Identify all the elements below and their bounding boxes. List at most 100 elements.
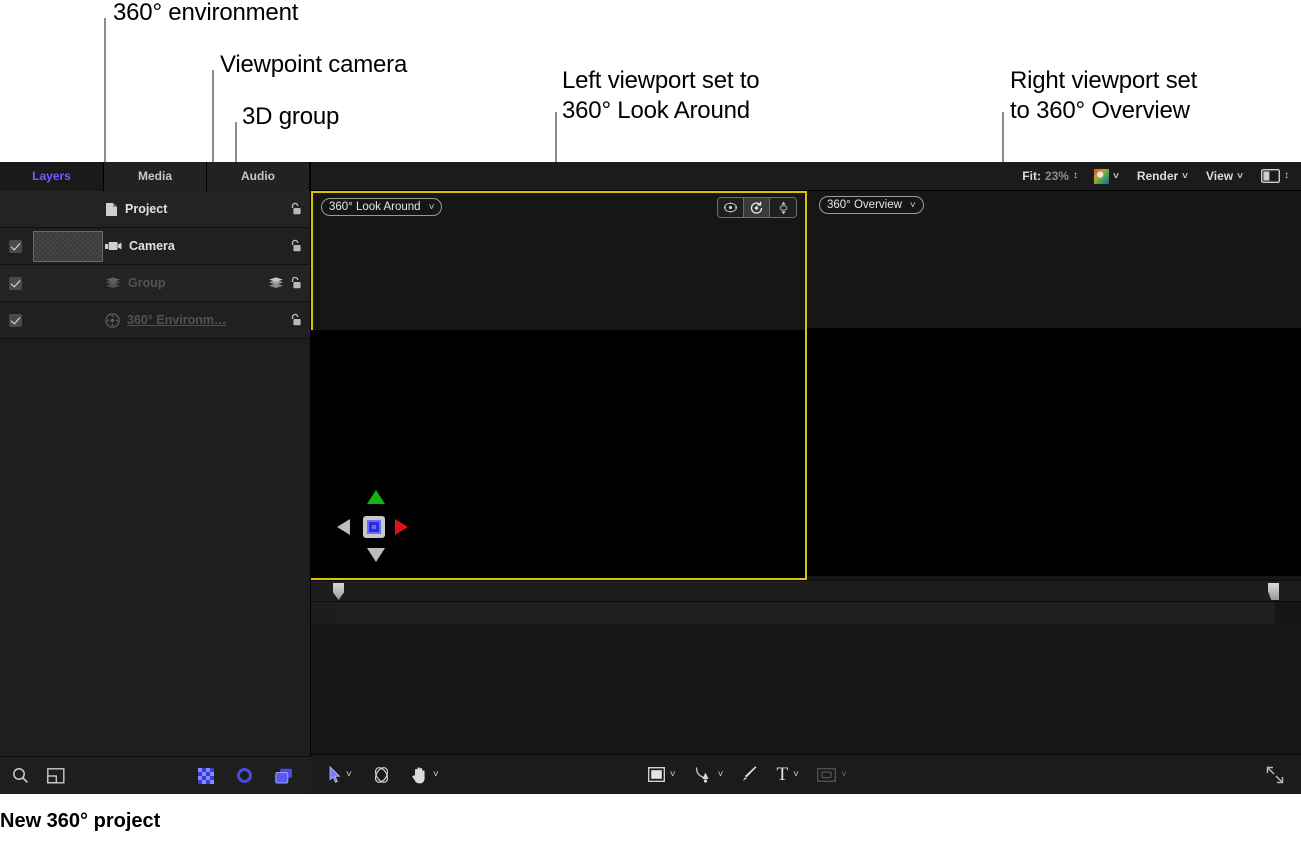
timeline-left-cap	[311, 602, 337, 624]
row-right-icons	[289, 202, 302, 216]
layers-panel: Layers Media Audio Project	[0, 162, 311, 794]
viewport-right-header: 360° Overview ˅	[807, 191, 1301, 221]
fit-value: 23%	[1045, 169, 1069, 183]
row-right-icons	[289, 239, 302, 253]
shape-tool[interactable]: ˅	[648, 767, 676, 782]
chevron-down-icon[interactable]: ˅	[718, 769, 724, 780]
row-name-cell: Group	[105, 276, 166, 290]
render-label: Render	[1137, 169, 1178, 183]
timeline-track-row[interactable]	[311, 602, 1301, 624]
split-view-control[interactable]: ↕	[1261, 169, 1289, 183]
viewport-right-mode-dropdown[interactable]: 360° Overview ˅	[819, 196, 924, 214]
callout-label: Viewpoint camera	[220, 50, 407, 80]
table-row[interactable]: Group	[0, 265, 310, 302]
viewport-right[interactable]: 360° Overview ˅	[807, 191, 1301, 580]
dolly-3d-icon[interactable]	[770, 198, 796, 217]
table-row[interactable]: 360° Environm…	[0, 302, 310, 339]
chevron-down-icon[interactable]: ˅	[910, 197, 916, 214]
lock-open-icon[interactable]	[289, 276, 302, 290]
group-3d-icon	[268, 277, 284, 289]
nav-left-arrow[interactable]	[337, 519, 350, 535]
table-row[interactable]: Camera	[0, 228, 310, 265]
nav-center-button[interactable]	[363, 516, 385, 538]
row-label: 360° Environm…	[127, 313, 226, 327]
viewport-left-mode-dropdown[interactable]: 360° Look Around ˅	[321, 198, 442, 216]
viewport-left[interactable]: 360° Look Around ˅	[311, 191, 807, 580]
stepper-icon[interactable]: ↕	[1284, 171, 1289, 181]
duplicate-icon[interactable]	[275, 768, 293, 784]
motion-app-window: Layers Media Audio Project	[0, 162, 1301, 794]
paint-stroke-icon	[741, 766, 758, 783]
pan-3d-icon[interactable]	[718, 198, 744, 217]
lock-open-icon[interactable]	[289, 239, 302, 253]
orbit-3d-icon[interactable]	[744, 198, 770, 217]
viewport-right-canvas[interactable]	[807, 328, 1301, 576]
row-right-icons	[289, 313, 302, 327]
visibility-checkbox[interactable]	[9, 203, 22, 216]
shape-rect-icon	[648, 767, 665, 782]
view-menu[interactable]: View ˅	[1206, 169, 1243, 183]
table-row[interactable]: Project	[0, 191, 310, 228]
chevron-down-icon[interactable]: ˅	[670, 769, 676, 780]
chevron-down-icon[interactable]: ˅	[433, 769, 439, 780]
tab-audio[interactable]: Audio	[207, 162, 310, 191]
fit-zoom-control[interactable]: Fit: 23% ↕	[1022, 169, 1078, 183]
chevron-down-icon[interactable]: ˅	[346, 769, 352, 780]
select-tool[interactable]: ˅	[329, 766, 352, 783]
nav-down-arrow[interactable]	[367, 548, 385, 562]
gear-icon[interactable]	[236, 767, 253, 784]
visibility-checkbox[interactable]	[9, 277, 22, 290]
row-label: Project	[125, 202, 167, 216]
color-wheel-icon	[1094, 169, 1109, 184]
fit-label: Fit:	[1022, 169, 1041, 183]
row-visibility-cell	[0, 203, 31, 216]
timeline-scrubber[interactable]	[311, 580, 1301, 602]
text-tool[interactable]: T ˅	[776, 765, 798, 784]
new-group-icon[interactable]	[47, 768, 65, 784]
chevron-down-icon[interactable]: ˅	[1182, 171, 1188, 182]
transform-3d-tool[interactable]	[372, 766, 391, 784]
select-arrow-icon	[329, 766, 341, 783]
pan-hand-tool[interactable]: ˅	[411, 766, 439, 784]
visibility-checkbox[interactable]	[9, 240, 22, 253]
lock-open-icon[interactable]	[289, 202, 302, 216]
viewport-left-mode-label: 360° Look Around	[329, 199, 421, 216]
transform-3d-icon	[372, 766, 391, 784]
chevron-down-icon[interactable]: ˅	[1113, 171, 1119, 182]
row-visibility-cell	[0, 314, 31, 327]
visibility-checkbox[interactable]	[9, 314, 22, 327]
panel-tabbar: Layers Media Audio	[0, 162, 310, 191]
stepper-icon[interactable]: ↕	[1073, 171, 1078, 181]
nav-right-arrow[interactable]	[395, 519, 408, 535]
nav-center-inner	[367, 520, 381, 534]
color-channels-control[interactable]: ˅	[1094, 169, 1119, 184]
tab-media[interactable]: Media	[104, 162, 207, 191]
fullscreen-expand-icon[interactable]	[1265, 765, 1285, 785]
row-name-cell: Project	[105, 202, 167, 217]
nav-3d-widget[interactable]	[323, 478, 423, 573]
chevron-down-icon[interactable]: ˅	[841, 769, 847, 780]
group-3d-icon	[105, 277, 121, 289]
viewport-split: 360° Look Around ˅	[311, 191, 1301, 580]
chevron-down-icon[interactable]: ˅	[793, 769, 799, 780]
search-icon[interactable]	[12, 767, 29, 784]
row-visibility-cell	[0, 277, 31, 290]
paint-stroke-tool[interactable]	[741, 766, 758, 783]
nav-up-arrow[interactable]	[367, 490, 385, 504]
chevron-down-icon[interactable]: ˅	[1237, 171, 1243, 182]
document-icon	[105, 202, 118, 217]
timeline-track[interactable]	[337, 602, 1275, 624]
chevron-down-icon[interactable]: ˅	[429, 199, 435, 216]
mask-rect-icon	[817, 768, 836, 782]
mask-tool[interactable]: ˅	[817, 768, 847, 782]
playhead-end-marker[interactable]	[1268, 583, 1279, 600]
render-menu[interactable]: Render ˅	[1137, 169, 1188, 183]
tab-layers[interactable]: Layers	[0, 162, 104, 191]
lock-open-icon[interactable]	[289, 313, 302, 327]
playhead-start-marker[interactable]	[333, 583, 344, 600]
pan-hand-icon	[411, 766, 428, 784]
bezier-pen-tool[interactable]: ˅	[694, 766, 724, 784]
viewport-left-header: 360° Look Around ˅	[313, 193, 805, 223]
checkerboard-icon[interactable]	[198, 768, 214, 784]
text-tool-icon: T	[776, 765, 788, 784]
